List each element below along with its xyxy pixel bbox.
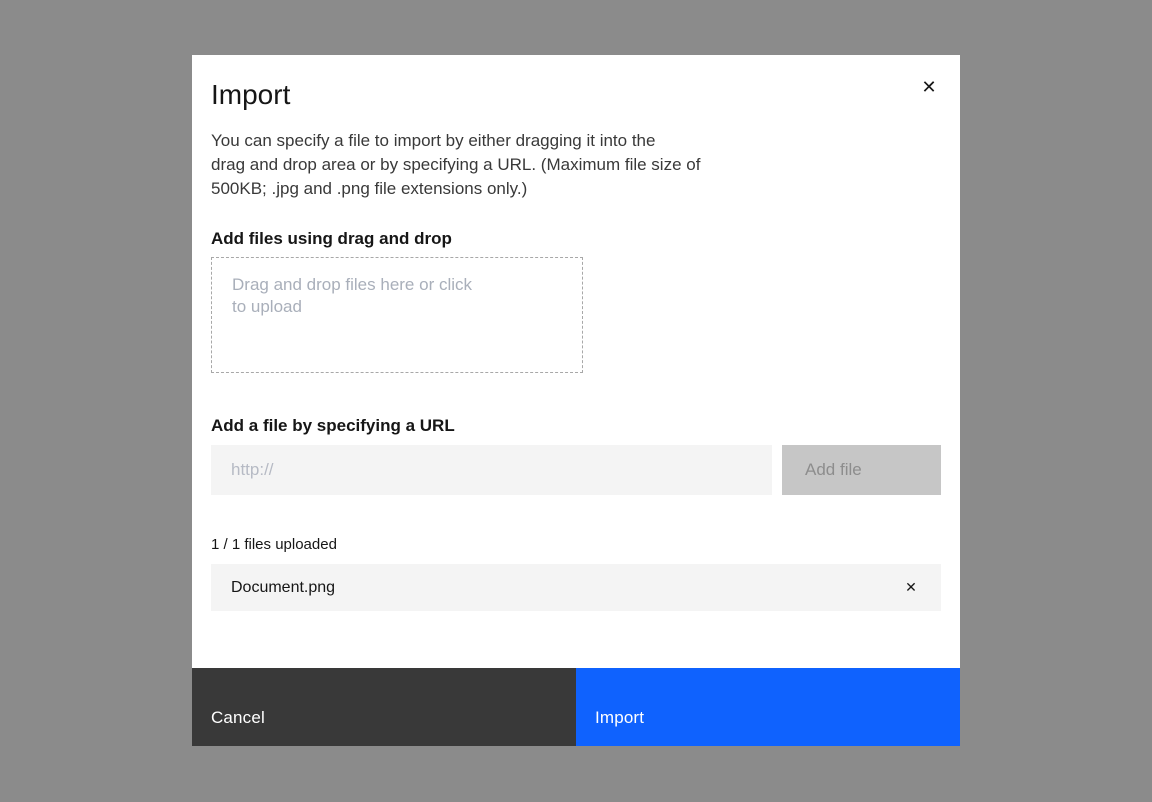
url-input[interactable] <box>211 445 772 495</box>
remove-file-button[interactable]: ✕ <box>895 572 927 604</box>
uploaded-file-item: Document.png ✕ <box>211 564 941 611</box>
modal-footer: Cancel Import <box>192 668 960 746</box>
modal-description: You can specify a file to import by eith… <box>211 129 941 201</box>
url-upload-row: Add file <box>211 445 941 495</box>
modal-overlay: ✕ Import You can specify a file to impor… <box>0 0 1152 802</box>
close-icon: ✕ <box>905 579 917 596</box>
import-button[interactable]: Import <box>576 668 960 746</box>
close-button[interactable]: ✕ <box>905 63 953 111</box>
modal-title: Import <box>211 77 941 113</box>
import-modal: ✕ Import You can specify a file to impor… <box>192 55 960 746</box>
upload-status-text: 1 / 1 files uploaded <box>211 535 941 555</box>
drag-drop-label: Add files using drag and drop <box>211 229 941 249</box>
close-icon: ✕ <box>921 78 936 96</box>
uploaded-file-name: Document.png <box>231 579 335 597</box>
add-file-button[interactable]: Add file <box>782 445 941 495</box>
file-dropzone[interactable]: Drag and drop files here or click to upl… <box>211 257 583 373</box>
url-upload-label: Add a file by specifying a URL <box>211 416 941 436</box>
cancel-button[interactable]: Cancel <box>192 668 576 746</box>
dropzone-hint-text: Drag and drop files here or click to upl… <box>232 275 472 316</box>
